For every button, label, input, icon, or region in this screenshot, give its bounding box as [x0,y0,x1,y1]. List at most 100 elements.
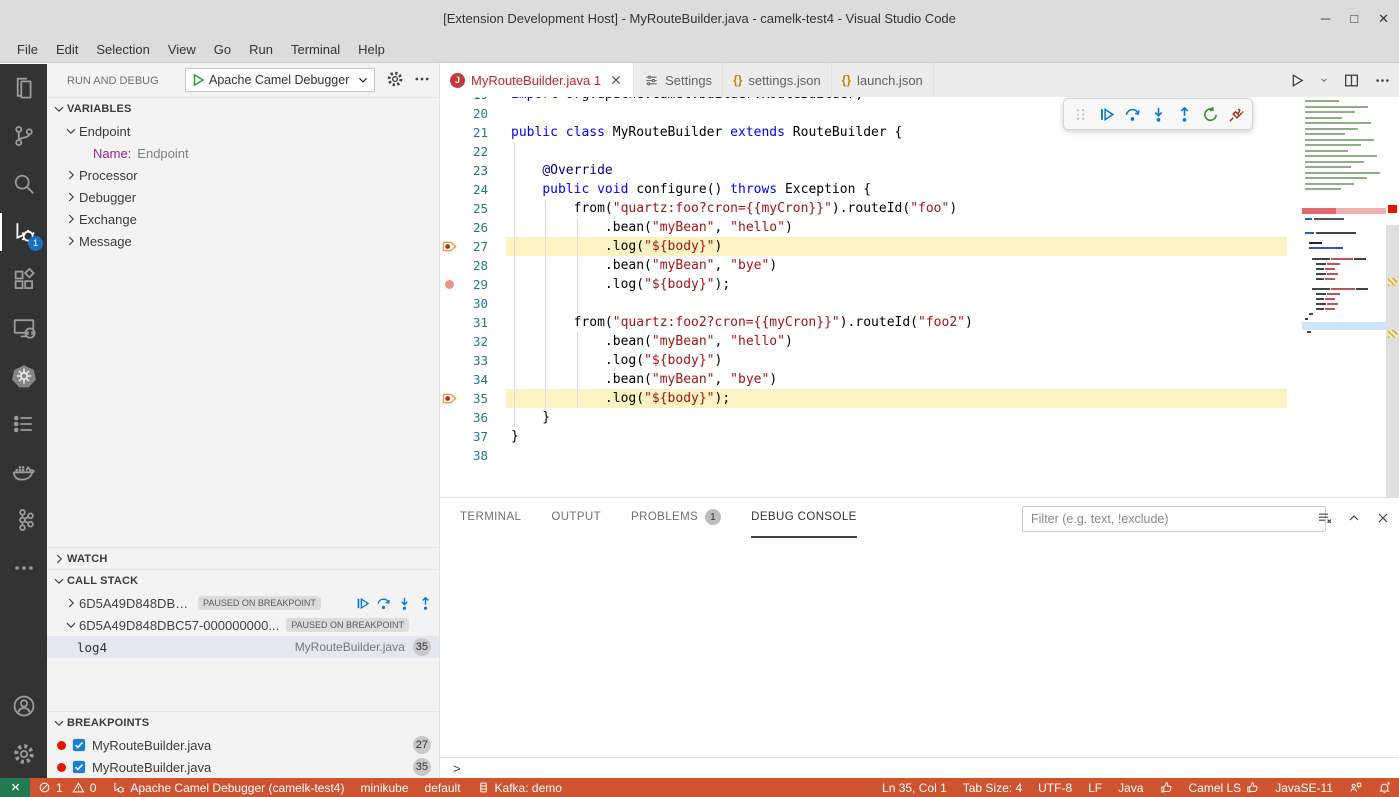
tab-launch.json[interactable]: {}launch.json [832,63,934,97]
code-line-29[interactable]: 29 .log("${body}"); [440,275,1399,294]
variable-item[interactable]: Name:Endpoint [47,142,439,164]
activity-search[interactable] [0,160,47,208]
status-language-mode[interactable]: Java [1110,778,1151,797]
close-icon[interactable] [609,73,623,87]
activity-accounts[interactable] [0,682,47,730]
menu-file[interactable]: File [8,37,47,63]
menu-view[interactable]: View [159,37,205,63]
breakpoint-checkbox[interactable] [72,738,86,752]
step-out-button[interactable] [1172,102,1196,126]
minimap[interactable] [1302,97,1386,352]
variables-scope-endpoint[interactable]: Endpoint [47,120,439,142]
tab-settings[interactable]: Settings [634,63,723,97]
continue-button[interactable] [1094,102,1118,126]
activity-source-control[interactable] [0,112,47,160]
breakpoint-checkbox[interactable] [72,760,86,774]
menu-run[interactable]: Run [240,37,282,63]
call-stack-session[interactable]: 6D5A49D848DBC57-000000000...PAUSED ON BR… [47,614,439,636]
code-line-32[interactable]: 32 .bean("myBean", "hello") [440,332,1399,351]
close-panel-button[interactable] [1375,510,1391,526]
code-line-35[interactable]: 35 .log("${body}"); [440,389,1399,408]
code-line-28[interactable]: 28 .bean("myBean", "bye") [440,256,1399,275]
maximize-button[interactable]: □ [1350,11,1358,26]
activity-explorer[interactable] [0,64,47,112]
variables-scope-message[interactable]: Message [47,230,439,252]
code-line-27[interactable]: 27 .log("${body}") [440,237,1399,256]
activity-more-views[interactable] [0,544,47,592]
code-line-21[interactable]: 21public class MyRouteBuilder extends Ro… [440,123,1399,142]
split-icon[interactable] [1343,72,1360,89]
code-line-36[interactable]: 36 } [440,408,1399,427]
stack-frame-log4[interactable]: log4MyRouteBuilder.java35 [47,636,439,658]
activity-outline-list[interactable] [0,400,47,448]
step-out-icon[interactable] [418,596,433,611]
panel-tab-problems[interactable]: PROBLEMS1 [631,498,721,538]
code-line-31[interactable]: 31 from("quartz:foo2?cron={{myCron}}").r… [440,313,1399,332]
breakpoint-row[interactable]: MyRouteBuilder.java27 [47,734,439,756]
step-over-button[interactable] [1120,102,1144,126]
status-language-status[interactable] [1152,778,1181,797]
clear-console-button[interactable] [1317,510,1333,526]
debug-console-input[interactable]: > [440,757,1399,780]
code-line-37[interactable]: 37} [440,427,1399,446]
start-debugging-icon[interactable] [190,72,206,88]
code-line-38[interactable]: 38 [440,446,1399,465]
status-minikube-context[interactable]: minikube [352,778,416,797]
activity-docker[interactable] [0,448,47,496]
status-kafka-cluster[interactable]: Kafka: demo [469,778,570,797]
debug-console-filter-input[interactable] [1022,506,1326,532]
status-problems-status[interactable]: 10 [30,778,104,797]
code-line-33[interactable]: 33 .log("${body}") [440,351,1399,370]
close-button[interactable]: ✕ [1378,11,1389,27]
sidebar-more-actions-icon[interactable] [413,70,431,88]
chevron-down-icon[interactable] [1319,75,1329,85]
menu-edit[interactable]: Edit [47,37,87,63]
run-icon[interactable] [1288,72,1305,89]
status-camel-ls-status[interactable]: Camel LS [1181,778,1268,797]
activity-remote-explorer[interactable] [0,304,47,352]
panel-tab-debug-console[interactable]: DEBUG CONSOLE [751,498,857,538]
code-line-30[interactable]: 30 [440,294,1399,313]
status-namespace[interactable]: default [417,778,469,797]
minimize-button[interactable]: ─ [1321,11,1330,26]
menu-go[interactable]: Go [205,37,240,63]
tab-settings.json[interactable]: {}settings.json [723,63,832,97]
code-line-24[interactable]: 24 public void configure() throws Except… [440,180,1399,199]
code-line-20[interactable]: 20 [440,104,1399,123]
activity-settings[interactable] [0,730,47,778]
breakpoints-section-header[interactable]: BREAKPOINTS [47,711,439,734]
restart-button[interactable] [1198,102,1222,126]
status-java-runtime[interactable]: JavaSE-11 [1267,778,1341,797]
status-remote-indicator[interactable] [0,778,30,797]
launch-configuration-picker[interactable]: Apache Camel Debugger [185,68,375,92]
variables-scope-debugger[interactable]: Debugger [47,186,439,208]
disconnect-button[interactable] [1224,102,1248,126]
activity-kubernetes[interactable] [0,352,47,400]
breakpoint-row[interactable]: MyRouteBuilder.java35 [47,756,439,778]
launch-settings-gear-icon[interactable] [386,70,404,88]
call-stack-session[interactable]: 6D5A49D848DBC57...PAUSED ON BREAKPOINT [47,592,439,614]
status-encoding[interactable]: UTF-8 [1030,778,1080,797]
status-feedback[interactable] [1341,778,1370,797]
step-over-icon[interactable] [376,596,391,611]
code-line-25[interactable]: 25 from("quartz:foo?cron={{myCron}}").ro… [440,199,1399,218]
activity-kafka[interactable] [0,496,47,544]
activity-extensions[interactable] [0,256,47,304]
scrollbar-overview-ruler[interactable] [1386,97,1399,497]
scrollbar-thumb[interactable] [1386,225,1399,497]
code-editor[interactable]: 19import org.apache.camel.builder.RouteB… [440,97,1399,497]
menu-help[interactable]: Help [349,37,394,63]
variables-scope-processor[interactable]: Processor [47,164,439,186]
variables-section-header[interactable]: VARIABLES [47,97,439,120]
code-line-23[interactable]: 23 @Override [440,161,1399,180]
step-into-button[interactable] [1146,102,1170,126]
code-line-34[interactable]: 34 .bean("myBean", "bye") [440,370,1399,389]
menu-terminal[interactable]: Terminal [282,37,349,63]
status-eol[interactable]: LF [1080,778,1110,797]
variables-scope-exchange[interactable]: Exchange [47,208,439,230]
status-debug-session[interactable]: Apache Camel Debugger (camelk-test4) [104,778,352,797]
continue-icon[interactable] [355,596,370,611]
watch-section-header[interactable]: WATCH [47,547,439,570]
status-cursor-position[interactable]: Ln 35, Col 1 [874,778,955,797]
tab-myroutebuilder.java[interactable]: JMyRouteBuilder.java 1 [440,63,634,97]
